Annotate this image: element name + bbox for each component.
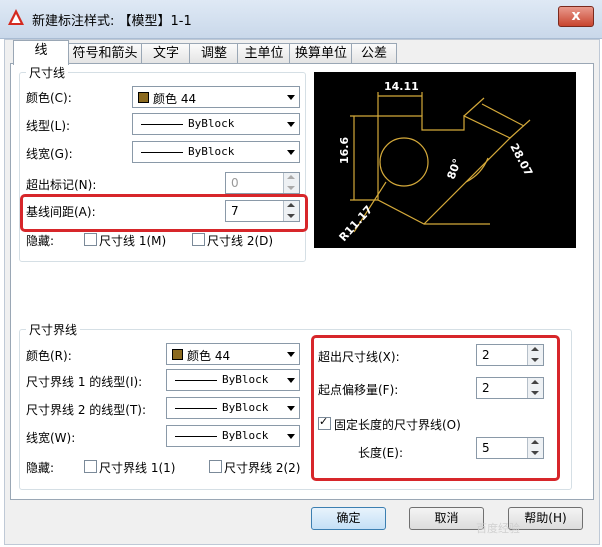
- ext-suppress2-checkbox[interactable]: [209, 460, 222, 473]
- ext-fixed-checkbox[interactable]: [318, 415, 331, 430]
- chevron-down-icon: [287, 95, 295, 100]
- dim-lineweight-value: ByBlock: [188, 145, 235, 158]
- spin-up-icon: [287, 203, 295, 207]
- ext-line-legend: 尺寸界线: [29, 323, 78, 337]
- ext-lt2-value: ByBlock: [222, 401, 269, 414]
- preview-circle: [379, 137, 429, 187]
- preview-dim-line: [481, 103, 525, 127]
- preview-ext-line: [463, 97, 485, 117]
- chevron-down-icon: [287, 150, 295, 155]
- ext-offset-label: 起点偏移量(F):: [318, 383, 399, 397]
- ext-offset-value: 2: [482, 381, 490, 395]
- chevron-down-icon: [287, 406, 295, 411]
- ext-beyond-value: 2: [482, 348, 490, 362]
- dim-color-value: 颜色 44: [153, 92, 197, 106]
- preview-dim-right: 28.07: [507, 141, 535, 178]
- tab-primary-units[interactable]: 主单位: [237, 43, 291, 64]
- dim-suppress2-checkbox[interactable]: [192, 233, 205, 246]
- dimension-preview-drawing: 14.11 16.6 28.07 80° R11.17: [337, 80, 536, 244]
- tab-lines[interactable]: 线: [13, 40, 69, 65]
- line-sample-icon: [141, 124, 183, 125]
- ext-lt1-label: 尺寸界线 1 的线型(I):: [26, 375, 143, 389]
- ext-lt1-value: ByBlock: [222, 373, 269, 386]
- window-title: 新建标注样式: 【模型】1-1: [32, 14, 192, 29]
- ext-lt1-select[interactable]: ByBlock: [166, 369, 300, 391]
- preview-canvas: 14.11 16.6 28.07 80° R11.17: [314, 72, 576, 248]
- chevron-down-icon: [287, 378, 295, 383]
- color-swatch-icon: [172, 349, 183, 360]
- ext-suppress2-label: 尺寸界线 2(2): [224, 461, 301, 475]
- dim-suppress2-label: 尺寸线 2(D): [207, 234, 274, 248]
- close-button[interactable]: x: [558, 6, 594, 27]
- ext-lw-value: ByBlock: [222, 429, 269, 442]
- ext-beyond-spinner[interactable]: 2: [476, 344, 544, 366]
- ext-length-spinner[interactable]: 5: [476, 437, 544, 459]
- spin-down-icon: [531, 358, 539, 362]
- dim-lineweight-select[interactable]: ByBlock: [132, 141, 300, 163]
- dim-linetype-select[interactable]: ByBlock: [132, 113, 300, 135]
- line-sample-icon: [141, 152, 183, 153]
- spin-up-icon: [531, 440, 539, 444]
- dim-suppress-label: 隐藏:: [26, 234, 55, 248]
- line-sample-icon: [175, 380, 217, 381]
- tab-text[interactable]: 文字: [141, 43, 191, 64]
- dim-baseline-value: 7: [231, 204, 239, 218]
- ext-beyond-label: 超出尺寸线(X):: [318, 350, 400, 364]
- watermark: 百度经验: [476, 522, 520, 535]
- ext-color-value: 颜色 44: [187, 349, 231, 363]
- dim-extend-value: 0: [231, 176, 239, 190]
- preview-dim-angle: 80°: [445, 157, 464, 181]
- autocad-logo-icon: [8, 9, 24, 25]
- preview-ext-line: [509, 119, 531, 139]
- dim-suppress1-label: 尺寸线 1(M): [99, 234, 167, 248]
- ext-fixed-label: 固定长度的尺寸界线(O): [334, 418, 461, 432]
- dim-color-select[interactable]: 颜色 44: [132, 86, 300, 108]
- ext-suppress1-checkbox[interactable]: [84, 460, 97, 473]
- preview-dim-left: 16.6: [338, 137, 351, 164]
- dim-color-label: 颜色(C):: [26, 91, 72, 105]
- tab-alternate-units[interactable]: 换算单位: [289, 43, 353, 64]
- dim-linetype-label: 线型(L):: [26, 119, 71, 133]
- dim-line-legend: 尺寸线: [29, 66, 66, 80]
- ext-lt2-select[interactable]: ByBlock: [166, 397, 300, 419]
- chevron-down-icon: [287, 122, 295, 127]
- dim-suppress1-checkbox[interactable]: [84, 233, 97, 246]
- spin-up-icon: [287, 175, 295, 179]
- dim-extend-label: 超出标记(N):: [26, 178, 97, 192]
- cancel-button[interactable]: 取消: [409, 507, 484, 530]
- ext-suppress-label: 隐藏:: [26, 461, 55, 475]
- ext-lt2-label: 尺寸界线 2 的线型(T):: [26, 403, 147, 417]
- ok-button[interactable]: 确定: [311, 507, 386, 530]
- dim-linetype-value: ByBlock: [188, 117, 235, 130]
- spin-down-icon: [531, 451, 539, 455]
- ext-offset-spinner[interactable]: 2: [476, 377, 544, 399]
- ext-color-select[interactable]: 颜色 44: [166, 343, 300, 365]
- ext-suppress1-label: 尺寸界线 1(1): [99, 461, 176, 475]
- line-sample-icon: [175, 436, 217, 437]
- line-sample-icon: [175, 408, 217, 409]
- ext-lw-label: 线宽(W):: [26, 431, 76, 445]
- tab-tolerances[interactable]: 公差: [351, 43, 397, 64]
- tab-fit[interactable]: 调整: [189, 43, 239, 64]
- color-swatch-icon: [138, 92, 149, 103]
- ext-length-label: 长度(E):: [358, 446, 403, 460]
- preview-part-outline: [377, 115, 512, 225]
- tab-symbols-arrows[interactable]: 符号和箭头: [67, 43, 143, 64]
- ext-color-label: 颜色(R):: [26, 349, 72, 363]
- spin-up-icon: [531, 347, 539, 351]
- spin-down-icon: [531, 391, 539, 395]
- dim-baseline-spinner[interactable]: 7: [225, 200, 300, 222]
- ext-lw-select[interactable]: ByBlock: [166, 425, 300, 447]
- spin-down-icon: [287, 186, 295, 190]
- spin-up-icon: [531, 380, 539, 384]
- preview-dim-radius: R11.17: [337, 203, 376, 244]
- preview-dim-top: 14.11: [384, 80, 419, 93]
- ext-length-value: 5: [482, 441, 490, 455]
- dim-lineweight-label: 线宽(G):: [26, 147, 73, 161]
- chevron-down-icon: [287, 352, 295, 357]
- dim-baseline-label: 基线间距(A):: [26, 205, 96, 219]
- dim-extend-spinner[interactable]: 0: [225, 172, 300, 194]
- chevron-down-icon: [287, 434, 295, 439]
- spin-down-icon: [287, 214, 295, 218]
